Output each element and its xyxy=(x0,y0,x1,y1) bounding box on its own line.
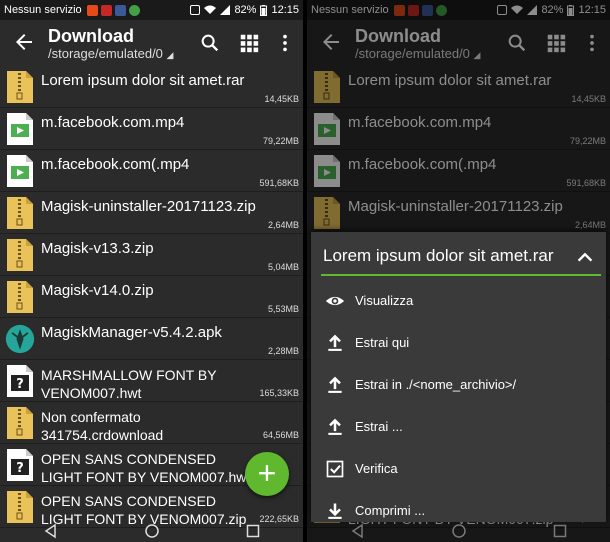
menu-item[interactable]: Verifica xyxy=(311,450,606,490)
notification-icon xyxy=(100,4,112,16)
status-bar: Nessun servizio 82% 12:15 xyxy=(0,0,303,20)
file-browser-screen: Nessun servizio 82% 12:15 Download /stor… xyxy=(0,0,303,542)
file-size: 165,33KB xyxy=(259,388,299,398)
carrier-label: Nessun servizio xyxy=(4,4,82,16)
file-name: Magisk-v13.3.zip xyxy=(41,240,154,257)
menu-item-label: Estrai qui xyxy=(355,335,410,350)
sheet-title: Lorem ipsum dolor sit amet.rar xyxy=(323,246,554,265)
magisk-app-icon xyxy=(5,324,35,354)
upload-icon xyxy=(328,334,342,351)
file-name: m.facebook.com(.mp4 xyxy=(41,156,190,173)
notification-icon xyxy=(86,4,98,16)
menu-item-label: Verifica xyxy=(355,461,398,476)
file-size: 14,45KB xyxy=(264,94,299,104)
zip-file-icon xyxy=(7,491,33,523)
file-name: Magisk-v14.0.zip xyxy=(41,282,154,299)
file-size: 79,22MB xyxy=(262,136,299,146)
battery-percent: 82% xyxy=(234,4,257,16)
eye-icon xyxy=(325,296,345,306)
search-icon[interactable] xyxy=(199,32,221,54)
file-name: MagiskManager-v5.4.2.apk xyxy=(41,324,222,341)
file-row[interactable]: Non confermato 341754.crdownload 64,56MB xyxy=(0,402,303,444)
app-bar: Download /storage/emulated/0 ◢ xyxy=(0,20,303,66)
file-size: 5,04MB xyxy=(267,262,299,272)
file-size: 5,53MB xyxy=(267,304,299,314)
file-row[interactable]: Magisk-uninstaller-20171123.zip 2,64MB xyxy=(0,192,303,234)
upload-icon xyxy=(328,418,342,435)
unknown-file-icon: ? xyxy=(7,365,33,397)
zip-file-icon xyxy=(7,197,33,229)
zip-file-icon xyxy=(7,281,33,313)
wifi-icon xyxy=(204,5,217,14)
file-row[interactable]: ? MARSHMALLOW FONT BY VENOM007.hwt 165,3… xyxy=(0,360,303,402)
svg-text:?: ? xyxy=(16,377,24,392)
file-row[interactable]: MagiskManager-v5.4.2.apk 2,28MB xyxy=(0,318,303,360)
menu-item-label: Visualizza xyxy=(355,293,414,308)
recents-nav-icon[interactable] xyxy=(245,523,261,539)
current-path: /storage/emulated/0 xyxy=(48,46,163,61)
file-row[interactable]: Magisk-v14.0.zip 5,53MB xyxy=(0,276,303,318)
file-name: Magisk-uninstaller-20171123.zip xyxy=(41,198,256,215)
chevron-up-icon[interactable] xyxy=(574,246,596,268)
svg-text:?: ? xyxy=(16,461,24,476)
battery-icon xyxy=(260,4,268,16)
page-title: Download xyxy=(48,26,134,46)
menu-item-label: Comprimi ... xyxy=(355,503,426,518)
menu-item[interactable]: Estrai ... xyxy=(311,408,606,448)
file-browser-screen-with-menu: Nessun servizio 82% 12:15 Download /stor… xyxy=(307,0,610,542)
grid-view-icon[interactable] xyxy=(238,32,260,54)
home-nav-icon[interactable] xyxy=(144,523,160,539)
more-options-icon[interactable] xyxy=(274,32,296,54)
file-name: Lorem ipsum dolor sit amet.rar xyxy=(41,72,245,89)
path-selector[interactable]: /storage/emulated/0 ◢ xyxy=(48,46,173,61)
dropdown-icon: ◢ xyxy=(166,50,174,60)
file-size: 2,64MB xyxy=(267,220,299,230)
file-size: 591,68KB xyxy=(259,178,299,188)
file-row[interactable]: Lorem ipsum dolor sit amet.rar 14,45KB xyxy=(0,66,303,108)
file-name: m.facebook.com.mp4 xyxy=(41,114,185,131)
nfc-icon xyxy=(190,5,201,15)
checkbox-icon xyxy=(326,460,344,478)
menu-item-label: Estrai in ./<nome_archivio>/ xyxy=(355,377,517,392)
whatsapp-icon xyxy=(128,4,140,16)
video-file-icon xyxy=(7,113,33,145)
download-icon xyxy=(328,503,342,519)
zip-file-icon xyxy=(7,407,33,439)
menu-item[interactable]: Visualizza xyxy=(311,282,606,322)
zip-file-icon xyxy=(7,239,33,271)
file-row[interactable]: Magisk-v13.3.zip 5,04MB xyxy=(0,234,303,276)
file-size: 2,28MB xyxy=(267,346,299,356)
context-menu-sheet: Lorem ipsum dolor sit amet.rar Visualizz… xyxy=(311,232,606,522)
clock: 12:15 xyxy=(271,4,299,16)
signal-icon xyxy=(220,5,231,15)
menu-item[interactable]: Estrai qui xyxy=(311,324,606,364)
file-name: Non confermato 341754.crdownload xyxy=(41,409,164,443)
notification-icons xyxy=(86,4,140,16)
menu-item[interactable]: Estrai in ./<nome_archivio>/ xyxy=(311,366,606,406)
facebook-icon xyxy=(114,4,126,16)
back-nav-icon[interactable] xyxy=(43,523,59,539)
back-arrow-icon[interactable] xyxy=(12,30,36,54)
zip-file-icon xyxy=(7,71,33,103)
file-row[interactable]: m.facebook.com(.mp4 591,68KB xyxy=(0,150,303,192)
menu-item[interactable]: Comprimi ... xyxy=(311,492,606,532)
file-row[interactable]: m.facebook.com.mp4 79,22MB xyxy=(0,108,303,150)
upload-icon xyxy=(328,376,342,393)
add-button[interactable]: + xyxy=(245,452,289,496)
nav-bar xyxy=(0,520,303,542)
unknown-file-icon: ? xyxy=(7,449,33,481)
menu-item-label: Estrai ... xyxy=(355,419,403,434)
title-underline xyxy=(321,274,601,276)
video-file-icon xyxy=(7,155,33,187)
file-size: 64,56MB xyxy=(262,430,299,440)
